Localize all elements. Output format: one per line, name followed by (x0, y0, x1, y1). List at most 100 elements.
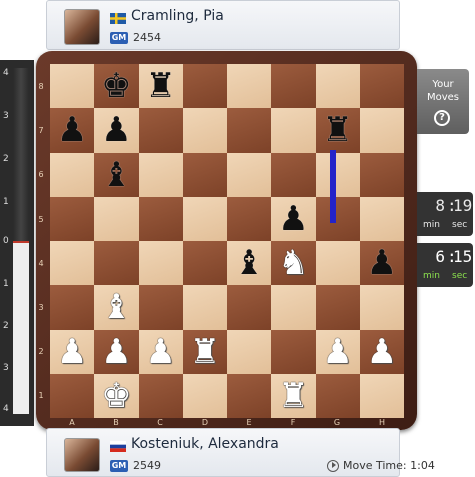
top-player-panel: Cramling, Pia GM 2454 (46, 0, 400, 50)
help-icon[interactable]: ? (434, 110, 450, 126)
square-b1[interactable]: ♚ (94, 373, 139, 418)
square-c1[interactable] (138, 373, 183, 418)
square-d2[interactable]: ♜ (182, 329, 227, 374)
square-d4[interactable] (182, 241, 227, 286)
white-pawn-piece[interactable]: ♟ (50, 330, 94, 374)
square-e7[interactable] (227, 108, 272, 153)
bottom-player-avatar[interactable] (64, 438, 100, 472)
black-pawn-piece[interactable]: ♟ (50, 108, 94, 152)
square-g8[interactable] (315, 64, 360, 109)
square-f7[interactable] (271, 108, 316, 153)
square-e1[interactable] (227, 373, 272, 418)
square-b8[interactable]: ♚ (94, 64, 139, 109)
square-c7[interactable] (138, 108, 183, 153)
clock-sec-unit: sec (452, 271, 468, 281)
square-h3[interactable] (359, 285, 404, 330)
square-d7[interactable] (182, 108, 227, 153)
white-pawn-piece[interactable]: ♟ (316, 330, 360, 374)
bottom-player-name[interactable]: Kosteniuk, Alexandra (131, 436, 279, 452)
square-c6[interactable] (138, 152, 183, 197)
square-e2[interactable] (227, 329, 272, 374)
square-g6[interactable] (315, 152, 360, 197)
file-label: H (378, 418, 385, 427)
square-h6[interactable] (359, 152, 404, 197)
square-h5[interactable] (359, 196, 404, 241)
black-bishop-piece[interactable]: ♝ (94, 153, 138, 197)
square-f8[interactable] (271, 64, 316, 109)
square-c3[interactable] (138, 285, 183, 330)
white-rook-piece[interactable]: ♜ (271, 374, 315, 418)
top-player-avatar[interactable] (64, 9, 100, 45)
square-d6[interactable] (182, 152, 227, 197)
white-pawn-piece[interactable]: ♟ (360, 330, 404, 374)
square-b6[interactable]: ♝ (94, 152, 139, 197)
eval-scale-label: 1 (3, 279, 9, 289)
black-pawn-piece[interactable]: ♟ (271, 197, 315, 241)
black-bishop-piece[interactable]: ♝ (227, 241, 271, 285)
square-f2[interactable] (271, 329, 316, 374)
black-pawn-piece[interactable]: ♟ (360, 241, 404, 285)
top-player-clock: 8 : 19 min sec (417, 192, 473, 236)
white-bishop-piece[interactable]: ♝ (94, 285, 138, 329)
black-rook-piece[interactable]: ♜ (316, 108, 360, 152)
square-a2[interactable]: ♟ (50, 329, 95, 374)
square-c2[interactable]: ♟ (138, 329, 183, 374)
square-g2[interactable]: ♟ (315, 329, 360, 374)
white-rook-piece[interactable]: ♜ (183, 330, 227, 374)
square-f3[interactable] (271, 285, 316, 330)
square-b7[interactable]: ♟ (94, 108, 139, 153)
square-g3[interactable] (315, 285, 360, 330)
square-c8[interactable]: ♜ (138, 64, 183, 109)
square-g7[interactable]: ♜ (315, 108, 360, 153)
square-b2[interactable]: ♟ (94, 329, 139, 374)
square-g5[interactable] (315, 196, 360, 241)
square-b3[interactable]: ♝ (94, 285, 139, 330)
square-a7[interactable]: ♟ (50, 108, 95, 153)
square-h2[interactable]: ♟ (359, 329, 404, 374)
square-h7[interactable] (359, 108, 404, 153)
white-king-piece[interactable]: ♚ (94, 374, 138, 418)
white-pawn-piece[interactable]: ♟ (94, 330, 138, 374)
square-e4[interactable]: ♝ (227, 241, 272, 286)
top-player-name[interactable]: Cramling, Pia (131, 8, 224, 24)
square-d5[interactable] (182, 196, 227, 241)
square-d8[interactable] (182, 64, 227, 109)
square-a5[interactable] (50, 196, 95, 241)
your-moves-button[interactable]: Your Moves ? (417, 69, 469, 134)
square-b5[interactable] (94, 196, 139, 241)
square-a4[interactable] (50, 241, 95, 286)
square-a6[interactable] (50, 152, 95, 197)
square-a1[interactable] (50, 373, 95, 418)
file-label: A (69, 418, 75, 427)
square-g4[interactable] (315, 241, 360, 286)
white-knight-piece[interactable]: ♞ (271, 241, 315, 285)
square-g1[interactable] (315, 373, 360, 418)
square-f5[interactable]: ♟ (271, 196, 316, 241)
rank-label: 5 (38, 215, 44, 224)
square-f1[interactable]: ♜ (271, 373, 316, 418)
evaluation-black-fill (13, 68, 29, 241)
square-h1[interactable] (359, 373, 404, 418)
square-h4[interactable]: ♟ (359, 241, 404, 286)
white-pawn-piece[interactable]: ♟ (139, 330, 183, 374)
square-h8[interactable] (359, 64, 404, 109)
black-king-piece[interactable]: ♚ (94, 64, 138, 108)
square-c5[interactable] (138, 196, 183, 241)
file-label: C (157, 418, 163, 427)
square-e5[interactable] (227, 196, 272, 241)
square-c4[interactable] (138, 241, 183, 286)
square-e8[interactable] (227, 64, 272, 109)
square-e3[interactable] (227, 285, 272, 330)
square-a8[interactable] (50, 64, 95, 109)
black-pawn-piece[interactable]: ♟ (94, 108, 138, 152)
black-rook-piece[interactable]: ♜ (139, 64, 183, 108)
square-d1[interactable] (182, 373, 227, 418)
square-d3[interactable] (182, 285, 227, 330)
square-f6[interactable] (271, 152, 316, 197)
square-b4[interactable] (94, 241, 139, 286)
bottom-player-clock: 6 : 15 min sec (417, 243, 473, 287)
square-e6[interactable] (227, 152, 272, 197)
square-a3[interactable] (50, 285, 95, 330)
square-f4[interactable]: ♞ (271, 241, 316, 286)
chess-board[interactable]: ♚ ♜ ♟ ♟ ♜ ♝ ♟ ♝ ♞ ♟ ♝ ♟ ♟ ♟ ♜ ♟ ♟ ♚ ♜ (50, 64, 404, 418)
